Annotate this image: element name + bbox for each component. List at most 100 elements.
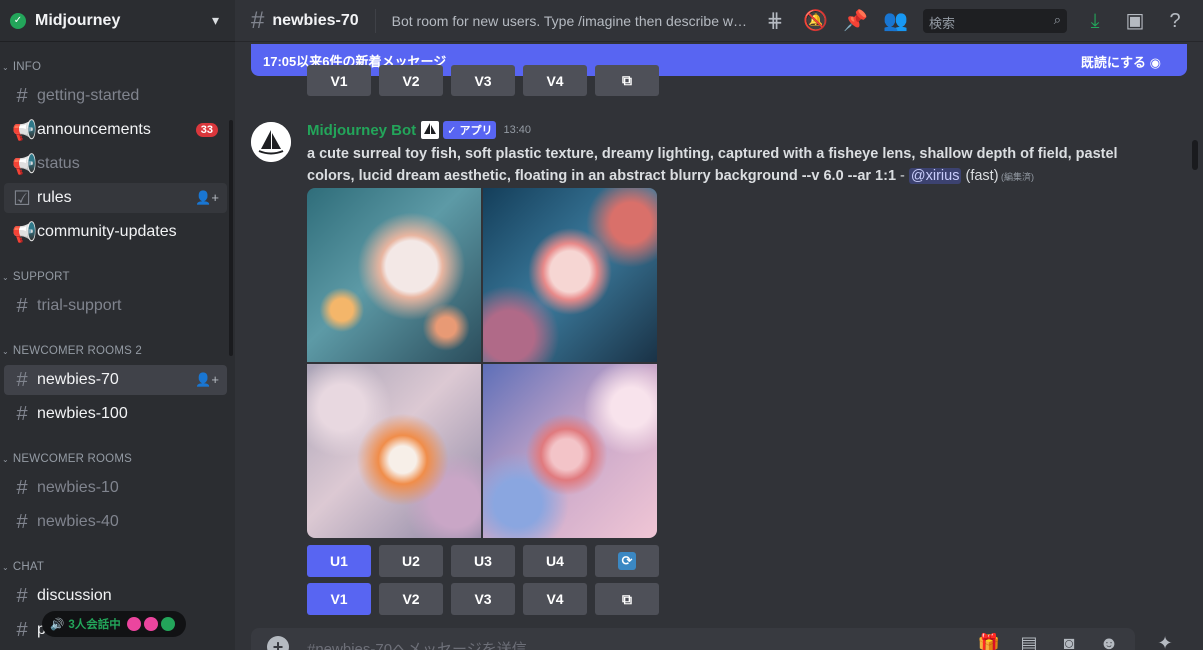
hash-icon: #: [16, 476, 28, 499]
sailboat-badge-icon: [421, 121, 440, 139]
chevron-icon: ⌄: [2, 454, 9, 464]
search-input[interactable]: 検索 ⌕: [923, 9, 1067, 33]
prev-v2-button[interactable]: V2: [379, 65, 443, 96]
prev-v1-button[interactable]: V1: [307, 65, 371, 96]
u1-button[interactable]: U1: [307, 545, 371, 577]
channel-topic[interactable]: Bot room for new users. Type /imagine th…: [392, 13, 748, 29]
v3-button[interactable]: V3: [451, 583, 515, 615]
channel-trial-support[interactable]: # trial-support: [4, 291, 227, 321]
divider: [374, 8, 376, 33]
server-header[interactable]: ✓ Midjourney ▾: [0, 0, 235, 42]
chevron-icon: ⌄: [2, 62, 9, 72]
channel-getting-started[interactable]: # getting-started: [4, 81, 227, 111]
v2-button[interactable]: V2: [379, 583, 443, 615]
megaphone-icon: 📢: [12, 221, 37, 244]
app-tag: ✓ アプリ: [443, 121, 497, 139]
hash-icon: #: [251, 6, 265, 34]
category-newcomer-rooms[interactable]: ⌄ NEWCOMER ROOMS: [0, 453, 132, 465]
mark-read-icon: ◉: [1149, 55, 1161, 70]
timestamp[interactable]: 13:40: [503, 124, 531, 136]
chevron-down-icon: ▾: [211, 12, 219, 28]
channel-newbies-70[interactable]: # newbies-70 👤+: [4, 365, 227, 395]
hash-icon: #: [16, 618, 28, 641]
category-support[interactable]: ⌄ SUPPORT: [0, 271, 70, 283]
channel-rules[interactable]: ☑ rules 👤+: [4, 183, 227, 213]
gif-icon[interactable]: ▤: [1017, 633, 1041, 650]
add-member-icon[interactable]: 👤+: [195, 190, 219, 206]
sidebar-scrollbar[interactable]: [229, 120, 233, 356]
u4-button[interactable]: U4: [523, 545, 587, 577]
u2-button[interactable]: U2: [379, 545, 443, 577]
category-newcomer-rooms-2[interactable]: ⌄ NEWCOMER ROOMS 2: [0, 345, 142, 357]
generated-image-3[interactable]: [307, 364, 481, 538]
help-icon[interactable]: ?: [1163, 9, 1187, 33]
search-icon: ⌕: [1053, 12, 1061, 27]
prev-open-link-button[interactable]: ⧉: [595, 65, 659, 96]
u3-button[interactable]: U3: [451, 545, 515, 577]
channel-label: community-updates: [37, 223, 177, 240]
mark-read-label: 既読にする: [1080, 55, 1147, 70]
emoji-icon[interactable]: ☻: [1097, 633, 1121, 650]
bot-avatar[interactable]: [251, 122, 291, 162]
v1-button[interactable]: V1: [307, 583, 371, 615]
open-link-button[interactable]: ⧉: [595, 583, 659, 615]
channel-label: newbies-100: [37, 405, 128, 422]
avatar: [143, 617, 158, 631]
channel-status[interactable]: 📢 status: [4, 149, 227, 179]
channel-label: rules: [37, 189, 72, 206]
rules-icon: ☑: [13, 187, 31, 210]
category-chat[interactable]: ⌄ CHAT: [0, 561, 44, 573]
apps-icon[interactable]: ✦: [1153, 633, 1177, 650]
message-header: Midjourney Bot ✓ アプリ 13:40: [307, 121, 531, 139]
voice-status: 3人会話中: [68, 619, 121, 631]
generated-image-1[interactable]: [307, 188, 481, 362]
channel-announcements[interactable]: 📢 announcements 33: [4, 115, 227, 145]
mark-as-read-button[interactable]: 既読にする ◉: [1081, 52, 1161, 71]
channel-discussion[interactable]: # discussion: [4, 581, 227, 611]
inbox-icon[interactable]: ▣: [1123, 9, 1147, 33]
prev-v4-button[interactable]: V4: [523, 65, 587, 96]
add-attachment-icon[interactable]: +: [267, 636, 289, 650]
gift-icon[interactable]: 🎁: [977, 633, 1001, 650]
composer-placeholder: #newbies-70へメッセージを送信: [307, 641, 527, 650]
channel-label: getting-started: [37, 87, 140, 104]
threads-icon[interactable]: ⋕: [763, 9, 787, 33]
chevron-icon: ⌄: [2, 272, 9, 282]
chat-scrollbar[interactable]: [1192, 140, 1198, 170]
separator: -: [896, 168, 909, 184]
channel-label: announcements: [37, 121, 151, 138]
channel-newbies-10[interactable]: # newbies-10: [4, 473, 227, 503]
channel-community-updates[interactable]: 📢 community-updates: [4, 217, 227, 247]
sticker-icon[interactable]: ◙: [1057, 633, 1081, 650]
generated-image-2[interactable]: [483, 188, 657, 362]
channel-newbies-100[interactable]: # newbies-100: [4, 399, 227, 429]
hash-icon: #: [16, 368, 28, 391]
pin-icon[interactable]: 📌: [843, 9, 868, 33]
megaphone-icon: 📢: [12, 119, 37, 142]
mute-bell-icon[interactable]: 🔕: [803, 9, 828, 33]
speaker-icon: 🔊: [50, 619, 65, 631]
category-label: NEWCOMER ROOMS: [12, 453, 132, 465]
category-info[interactable]: ⌄ INFO: [0, 61, 41, 73]
members-icon[interactable]: 👥: [883, 9, 908, 33]
message-composer[interactable]: + #newbies-70へメッセージを送信: [251, 628, 1135, 650]
image-grid[interactable]: [307, 188, 657, 538]
generated-image-4[interactable]: [483, 364, 657, 538]
hash-icon: #: [16, 584, 28, 607]
verified-icon: ✓: [10, 12, 26, 29]
user-mention[interactable]: @xirius: [908, 168, 962, 184]
edited-label: (編集済): [998, 172, 1035, 182]
avatar: [160, 617, 175, 631]
reroll-button[interactable]: ⟳: [595, 545, 659, 577]
v4-button[interactable]: V4: [523, 583, 587, 615]
download-icon[interactable]: ⤓: [1083, 9, 1107, 33]
channel-newbies-40[interactable]: # newbies-40: [4, 507, 227, 537]
prev-v3-button[interactable]: V3: [451, 65, 515, 96]
channel-label: newbies-70: [37, 371, 119, 388]
channel-label: newbies-10: [37, 479, 119, 496]
add-member-icon[interactable]: 👤+: [195, 372, 219, 388]
voice-activity-pill[interactable]: 🔊 3人会話中: [42, 611, 186, 637]
author-name[interactable]: Midjourney Bot: [307, 122, 416, 139]
avatar: [126, 617, 141, 631]
external-link-icon: ⧉: [622, 72, 632, 88]
